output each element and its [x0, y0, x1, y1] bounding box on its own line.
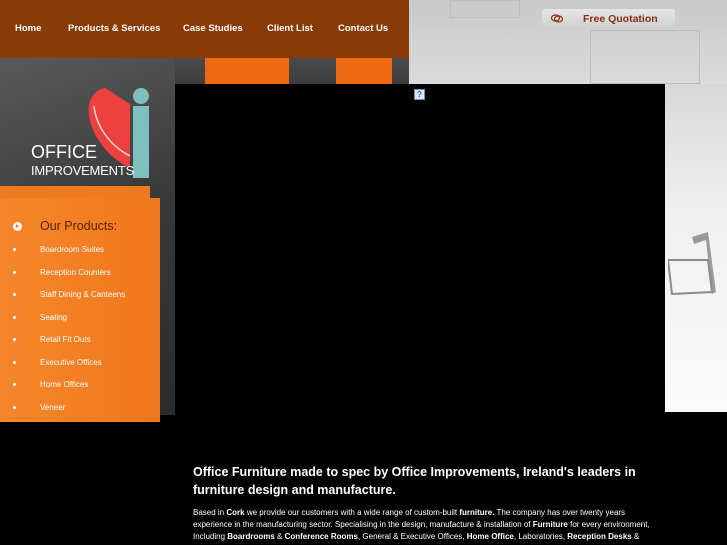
keyword-furniture-2: Furniture — [532, 520, 568, 529]
free-quotation-button[interactable]: Free Quotation — [542, 9, 675, 28]
keyword-home-office: Home Office — [466, 532, 514, 541]
intro-paragraph: Based in Cork we provide our customers w… — [193, 507, 663, 543]
product-label: Veneer — [40, 403, 66, 412]
product-label: Staff Dining & Canteens — [40, 290, 126, 299]
arrow-circle-icon — [13, 221, 22, 231]
orange-cabinet-left — [205, 58, 289, 84]
bullet-icon — [13, 293, 16, 296]
product-item-seating[interactable]: Seating — [13, 313, 67, 322]
chair-illustration — [668, 232, 716, 296]
keyword-reception-desks: Reception Desks — [567, 532, 632, 541]
bullet-icon — [13, 271, 16, 274]
bullet-icon — [13, 338, 16, 341]
page-heading: Office Furniture made to spec by Office … — [193, 465, 636, 497]
text-run: & — [274, 532, 285, 541]
keyword-furniture: furniture. — [459, 508, 495, 517]
product-label: Seating — [40, 313, 68, 322]
product-item-staff-dining[interactable]: Staff Dining & Canteens — [13, 290, 125, 299]
text-run: , General & Executive Offices, — [357, 532, 467, 541]
logo-i-stem — [133, 106, 149, 178]
products-title: Our Products: — [40, 219, 118, 233]
bullet-icon — [13, 316, 16, 319]
keyword-cork: Cork — [226, 508, 245, 517]
product-label: Executive Offices — [40, 358, 102, 367]
product-item-retail-fit-outs[interactable]: Retail Fit Outs — [13, 335, 91, 344]
product-item-executive-offices[interactable]: Executive Offices — [13, 358, 102, 367]
nav-contact-us[interactable]: Contact Us — [338, 23, 388, 34]
logo-text: OFFICE IMPROVEMENTS — [31, 143, 134, 177]
missing-plugin-icon[interactable]: ? — [414, 89, 425, 100]
keyword-boardrooms: Boardrooms — [227, 532, 275, 541]
product-item-veneer[interactable]: Veneer — [13, 403, 65, 412]
product-item-reception-counters[interactable]: Reception Counters — [13, 268, 111, 277]
chat-bubbles-icon — [551, 14, 563, 23]
product-item-home-offices[interactable]: Home Offices — [13, 380, 88, 389]
ceiling-light — [450, 0, 520, 18]
product-label: Reception Counters — [40, 268, 111, 277]
bullet-icon — [13, 406, 16, 409]
bullet-icon — [13, 361, 16, 364]
text-run: Based in — [193, 508, 227, 517]
free-quotation-label: Free Quotation — [583, 12, 658, 25]
logo-i-dot — [133, 88, 149, 104]
logo-line1: OFFICE — [31, 142, 97, 162]
product-label: Retail Fit Outs — [40, 335, 91, 344]
nav-home[interactable]: Home — [15, 23, 41, 34]
nav-products-services[interactable]: Products & Services — [68, 23, 160, 34]
bullet-icon — [13, 383, 16, 386]
video-plugin-area[interactable] — [175, 84, 665, 412]
text-run: , Laboratories, — [513, 532, 568, 541]
window-frame — [590, 30, 700, 84]
bullet-icon — [13, 248, 16, 251]
orange-cabinet-right — [336, 58, 392, 84]
products-heading: Our Products: — [13, 219, 117, 233]
products-panel-tab — [0, 186, 150, 198]
product-label: Boardroom Suites — [40, 245, 105, 254]
product-label: Home Offices — [40, 380, 89, 389]
text-run: we provide our customers with a wide ran… — [244, 508, 460, 517]
nav-case-studies[interactable]: Case Studies — [183, 23, 243, 34]
keyword-conference-rooms: Conference Rooms — [284, 532, 358, 541]
nav-client-list[interactable]: Client List — [267, 23, 313, 34]
product-item-boardroom-suites[interactable]: Boardroom Suites — [13, 245, 104, 254]
main-nav: Home Products & Services Case Studies Cl… — [0, 0, 409, 58]
logo-line2: IMPROVEMENTS — [31, 163, 135, 178]
text-run: & — [631, 532, 640, 541]
